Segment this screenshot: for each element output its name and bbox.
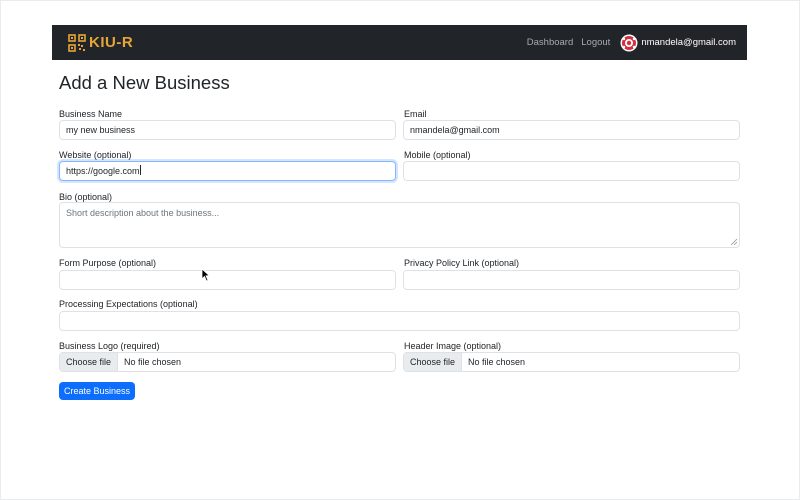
logo-label: Business Logo (required) — [59, 341, 160, 351]
website-input[interactable]: https://google.com — [59, 161, 396, 181]
form-purpose-input[interactable] — [59, 270, 396, 290]
nav-link-logout[interactable]: Logout — [581, 37, 610, 48]
mobile-input[interactable] — [403, 161, 740, 181]
header-image-choose-file-button[interactable]: Choose file — [404, 353, 463, 371]
business-name-label: Business Name — [59, 109, 123, 119]
navbar: KIU-R Dashboard Logout nmandela@gmail.co… — [52, 25, 747, 60]
privacy-link-input[interactable] — [403, 270, 740, 290]
text-caret — [139, 165, 141, 175]
brand-link[interactable]: KIU-R — [68, 33, 134, 52]
privacy-link-label: Privacy Policy Link (optional) — [404, 258, 520, 268]
page-title: Add a New Business — [59, 72, 230, 93]
brand-name: KIU-R — [89, 34, 134, 51]
processing-label: Processing Expectations (optional) — [59, 299, 198, 309]
avatar-icon[interactable] — [620, 34, 638, 52]
logo-file-input[interactable]: Choose file No file chosen — [59, 352, 396, 372]
form-purpose-label: Form Purpose (optional) — [59, 258, 157, 268]
email-label: Email — [404, 109, 427, 119]
website-label: Website (optional) — [59, 150, 132, 160]
bio-textarea[interactable]: Short description about the business... — [59, 202, 740, 248]
create-business-button[interactable]: Create Business — [59, 382, 135, 400]
nav-right: Dashboard Logout nmandela@gmail.com — [527, 34, 736, 52]
header-image-file-input[interactable]: Choose file No file chosen — [403, 352, 740, 372]
bio-label: Bio (optional) — [59, 192, 113, 202]
resize-grip-icon[interactable] — [731, 239, 737, 245]
website-input-value: https://google.com — [66, 166, 140, 176]
user-email: nmandela@gmail.com — [641, 37, 736, 48]
logo-choose-file-button[interactable]: Choose file — [60, 353, 119, 371]
header-image-label: Header Image (optional) — [404, 341, 502, 351]
email-input[interactable]: nmandela@gmail.com — [403, 120, 740, 140]
logo-file-status: No file chosen — [124, 357, 182, 367]
header-image-file-status: No file chosen — [468, 357, 526, 367]
nav-link-dashboard[interactable]: Dashboard — [527, 37, 573, 48]
qr-code-icon — [68, 33, 86, 52]
processing-input[interactable] — [59, 311, 740, 331]
bio-placeholder: Short description about the business... — [66, 208, 220, 218]
business-name-input[interactable]: my new business — [59, 120, 396, 140]
mobile-label: Mobile (optional) — [404, 150, 471, 160]
mouse-pointer-icon — [201, 268, 211, 282]
